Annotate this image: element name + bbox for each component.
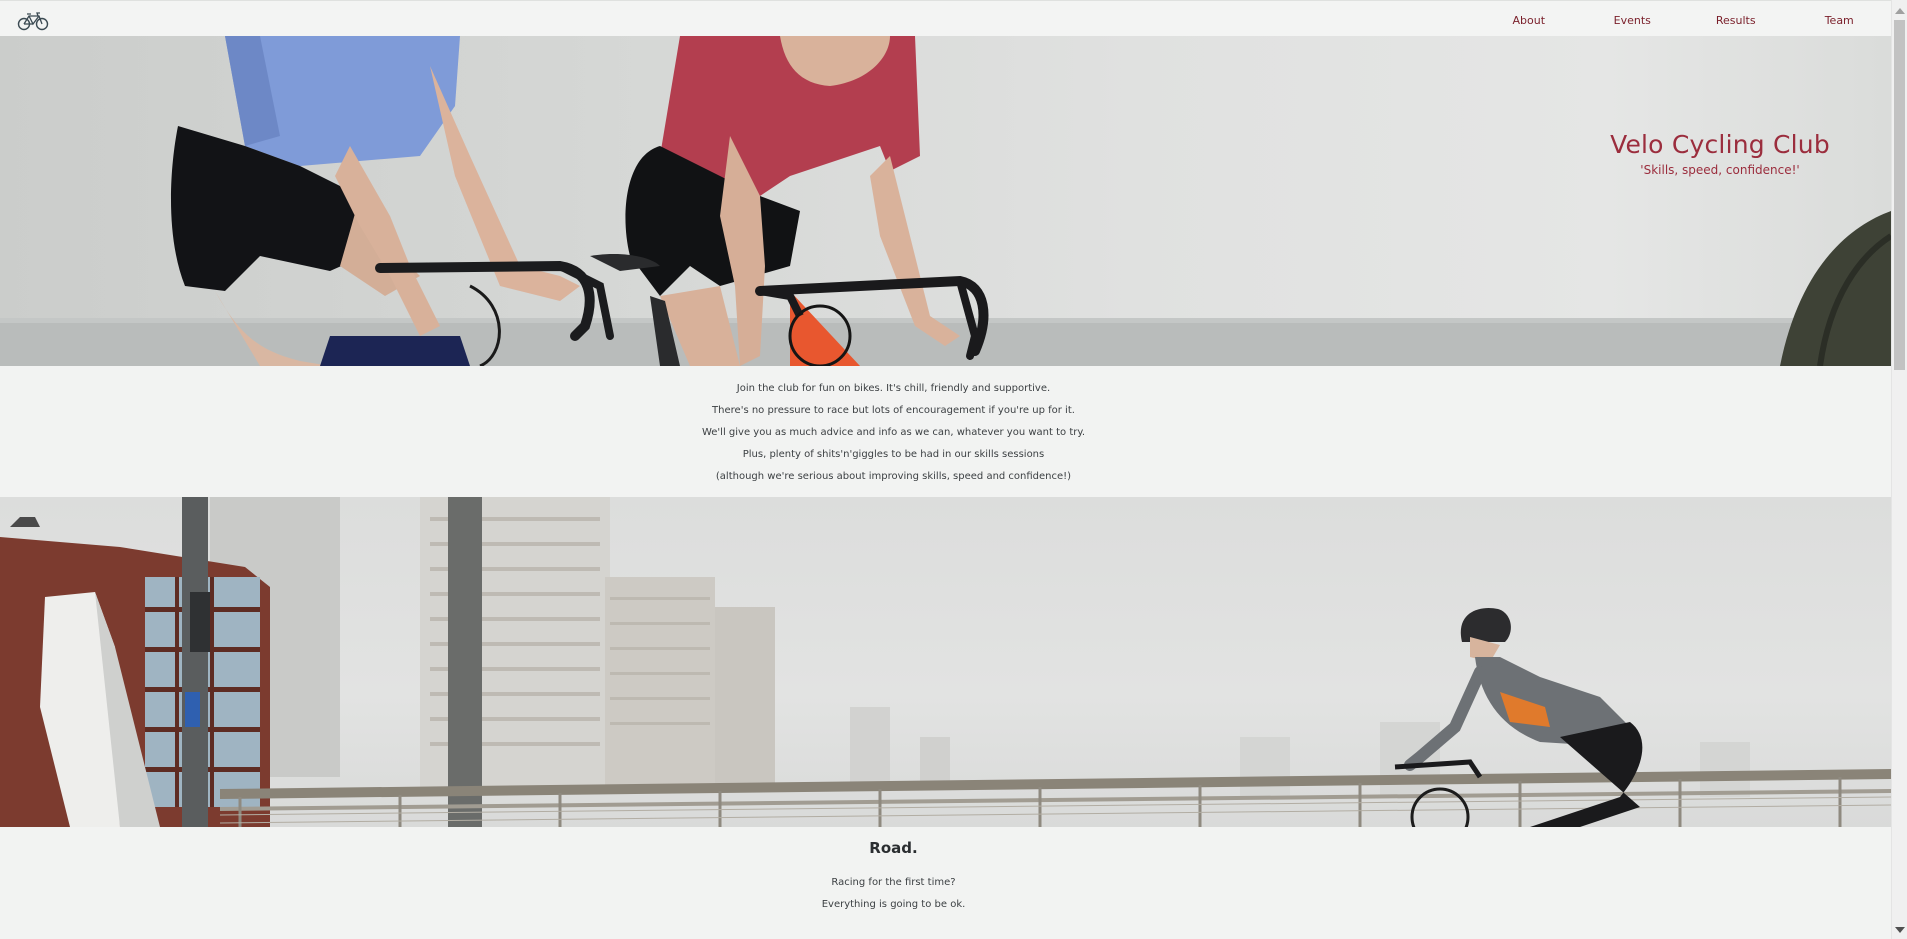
intro-section: Join the club for fun on bikes. It's chi… [0, 366, 1787, 497]
intro-line: There's no pressure to race but lots of … [712, 405, 1075, 416]
nav-link-results[interactable]: Results [1684, 1, 1788, 37]
nav-link-events[interactable]: Events [1581, 1, 1685, 37]
road-section: Road. Racing for the first time? Everyth… [0, 827, 1787, 939]
intro-line: (although we're serious about improving … [715, 471, 1072, 482]
intro-line: Join the club for fun on bikes. It's chi… [736, 383, 1051, 394]
hero-title: Velo Cycling Club [1610, 130, 1830, 159]
page: About Events Results Team Velo Cycling C… [0, 0, 1891, 939]
city-cyclist-illustration [0, 497, 1891, 827]
scroll-down-arrow-icon[interactable] [1895, 927, 1905, 933]
road-line: Everything is going to be ok. [821, 899, 966, 910]
vertical-scrollbar[interactable] [1891, 0, 1907, 939]
city-cyclist-image [0, 497, 1891, 827]
hero-tagline: 'Skills, speed, confidence!' [1640, 163, 1800, 177]
road-heading: Road. [869, 839, 918, 857]
nav-links: About Events Results Team [1477, 1, 1891, 37]
intro-line: Plus, plenty of shits'n'giggles to be ha… [742, 449, 1045, 460]
scrollbar-thumb[interactable] [1894, 20, 1905, 370]
road-line: Racing for the first time? [831, 877, 956, 888]
scroll-up-arrow-icon[interactable] [1895, 8, 1905, 14]
intro-line: We'll give you as much advice and info a… [701, 427, 1086, 438]
navbar: About Events Results Team [0, 0, 1891, 36]
hero-cyclists-image [0, 36, 1891, 366]
bicycle-icon[interactable] [17, 11, 49, 31]
nav-link-about[interactable]: About [1477, 1, 1581, 37]
hero-banner: Velo Cycling Club 'Skills, speed, confid… [0, 36, 1891, 366]
nav-link-team[interactable]: Team [1788, 1, 1892, 37]
